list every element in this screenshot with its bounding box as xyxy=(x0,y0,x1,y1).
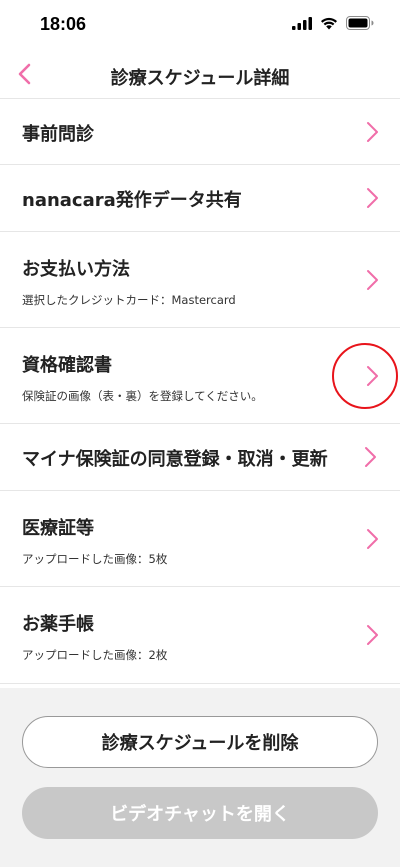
chevron-right-icon xyxy=(367,270,378,290)
list-item-medication-notebook[interactable]: お薬手帳 アップロードした画像：2枚 xyxy=(0,587,400,684)
chevron-right-icon xyxy=(365,447,376,467)
status-bar: 18:06 xyxy=(0,0,400,52)
list-item-subtitle: 保険証の画像（表・裏）を登録してください。 xyxy=(22,389,263,403)
list-item-subtitle: アップロードした画像：2枚 xyxy=(22,648,168,662)
list-item-nanacara-data-share[interactable]: nanacara発作データ共有 xyxy=(0,165,400,232)
delete-schedule-button[interactable]: 診療スケジュールを削除 xyxy=(22,716,378,768)
chevron-right-icon xyxy=(367,625,378,645)
nav-bar: 診療スケジュール詳細 xyxy=(0,52,400,99)
list-item-subtitle: 選択したクレジットカード：Mastercard xyxy=(22,293,236,307)
chevron-right-icon xyxy=(367,529,378,549)
wifi-icon xyxy=(321,17,337,29)
list-item-insurance-certificate[interactable]: 資格確認書 保険証の画像（表・裏）を登録してください。 xyxy=(0,328,400,424)
battery-icon xyxy=(346,16,374,30)
chevron-right-icon xyxy=(367,188,378,208)
footer-actions: 診療スケジュールを削除 ビデオチャットを開く xyxy=(0,688,400,867)
list-item-title: お支払い方法 xyxy=(22,259,130,280)
page-title: 診療スケジュール詳細 xyxy=(110,68,290,89)
status-icons xyxy=(292,16,374,30)
list-item-title: 事前問診 xyxy=(22,124,94,145)
schedule-detail-list: 事前問診 nanacara発作データ共有 お支払い方法 選択したクレジットカード… xyxy=(0,99,400,684)
list-item-payment-method[interactable]: お支払い方法 選択したクレジットカード：Mastercard xyxy=(0,232,400,328)
chevron-right-icon xyxy=(367,122,378,142)
open-video-chat-button[interactable]: ビデオチャットを開く xyxy=(22,787,378,839)
list-item-pre-questionnaire[interactable]: 事前問診 xyxy=(0,99,400,165)
list-item-title: 医療証等 xyxy=(22,518,94,539)
list-item-title: マイナ保険証の同意登録・取消・更新 xyxy=(22,449,328,470)
list-item-title: 資格確認書 xyxy=(22,355,112,376)
list-item-title: お薬手帳 xyxy=(22,614,94,635)
list-item-medical-certificates[interactable]: 医療証等 アップロードした画像：5枚 xyxy=(0,491,400,587)
signal-icon xyxy=(292,16,312,30)
list-item-subtitle: アップロードした画像：5枚 xyxy=(22,552,168,566)
status-time: 18:06 xyxy=(40,14,87,34)
list-item-title: nanacara発作データ共有 xyxy=(22,190,242,211)
highlight-circle-annotation xyxy=(332,343,398,409)
list-item-my-number-insurance-consent[interactable]: マイナ保険証の同意登録・取消・更新 xyxy=(0,424,400,491)
